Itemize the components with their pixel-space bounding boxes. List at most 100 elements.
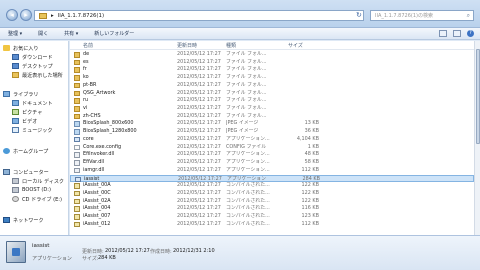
nav-cd-drive[interactable]: CD ドライブ (E:) <box>12 195 62 203</box>
file-name: Core.exe.config <box>83 143 122 150</box>
file-size <box>275 90 319 98</box>
nav-computer[interactable]: コンピューター <box>3 168 49 176</box>
file-type: コンパイルされた... <box>226 220 270 227</box>
file-size <box>275 105 319 113</box>
computer-icon <box>3 169 10 175</box>
new-folder-button[interactable]: 新しいフォルダー <box>86 30 142 37</box>
scrollbar-thumb[interactable] <box>476 49 480 144</box>
folder-icon <box>74 75 80 81</box>
search-input[interactable]: IIA_1.1.7.8726(1)の検索 ⌕ <box>370 10 474 21</box>
nav-documents[interactable]: ドキュメント <box>12 99 53 107</box>
table-row[interactable]: BiosSplash_800x600 2012/05/12 17:27 JPEG イ… <box>70 120 474 128</box>
file-date: 2012/05/12 17:27 <box>177 166 221 173</box>
nav-videos[interactable]: ビデオ <box>12 117 37 125</box>
table-row[interactable]: Core.exe.config 2012/05/12 17:27 CONFIG ファ… <box>70 144 474 152</box>
table-row[interactable]: iamgr.dll 2012/05/12 17:27 アプリケーション... 112 … <box>70 167 474 175</box>
videos-icon <box>12 118 19 124</box>
nav-desktop[interactable]: デスクトップ <box>12 62 53 70</box>
table-row[interactable]: fr 2012/05/12 17:27 ファイル フォル... <box>70 66 474 74</box>
nav-label: CD ドライブ (E:) <box>22 196 63 203</box>
nav-network[interactable]: ネットワーク <box>3 216 44 224</box>
forward-button[interactable]: ▸ <box>20 9 32 21</box>
table-row[interactable]: iAssist_007 2012/05/12 17:27 コンパイルされた... 12… <box>70 213 474 221</box>
file-name: iAssist_007 <box>83 213 111 220</box>
table-row[interactable]: iAssist_00C 2012/05/12 17:27 コンパイルされた... 12… <box>70 190 474 198</box>
table-row[interactable]: de 2012/05/12 17:27 ファイル フォル... <box>70 51 474 59</box>
organize-button[interactable]: 整理 ▾ <box>0 30 30 37</box>
view-options-icon[interactable] <box>439 30 447 37</box>
file-name: BiosSplash_1280x800 <box>83 128 137 135</box>
help-icon[interactable]: ? <box>467 30 474 37</box>
table-row[interactable]: vi 2012/05/12 17:27 ファイル フォル... <box>70 105 474 113</box>
folder-icon <box>74 67 80 73</box>
compiled-icon <box>74 206 80 212</box>
file-name: EfiInvoker.dll <box>83 151 115 158</box>
share-button[interactable]: 共有 ▾ <box>56 30 86 37</box>
nav-downloads[interactable]: ダウンロード <box>12 53 53 61</box>
back-button[interactable]: ◂ <box>6 9 18 21</box>
column-name[interactable]: 名前 <box>83 42 93 49</box>
refresh-icon[interactable]: ↻ <box>356 11 364 20</box>
file-name: EfiVar.dll <box>83 159 105 166</box>
nav-recent[interactable]: 最近表示した場所 <box>12 71 63 79</box>
file-type: コンパイルされた... <box>226 182 270 189</box>
table-row[interactable]: zh-CHS 2012/05/12 17:27 ファイル フォル... <box>70 113 474 121</box>
table-row[interactable]: es 2012/05/12 17:27 ファイル フォル... <box>70 59 474 67</box>
table-row[interactable]: ko 2012/05/12 17:27 ファイル フォル... <box>70 74 474 82</box>
address-bar-area: ◂ ▸ ▸ IIA_1.1.7.8726(1) ↻ IIA_1.1.7.8726… <box>0 0 480 28</box>
table-row[interactable]: iAssist_00A 2012/05/12 17:27 コンパイルされた... 12… <box>70 182 474 190</box>
search-icon[interactable]: ⌕ <box>467 11 470 21</box>
table-row[interactable]: iassist 2012/05/12 17:27 アプリケーション 284 KB <box>70 174 474 183</box>
preview-pane-icon[interactable] <box>453 30 461 37</box>
file-date: 2012/05/12 17:27 <box>177 189 221 196</box>
file-date: 2012/05/12 17:27 <box>177 151 221 158</box>
nav-label: ネットワーク <box>13 217 44 224</box>
file-size: 122 KB <box>301 197 319 204</box>
breadcrumb[interactable]: IIA_1.1.7.8726(1) <box>58 13 104 19</box>
file-name: vi <box>83 105 88 112</box>
file-size: 13 KB <box>304 120 319 127</box>
nav-favorites[interactable]: お気に入り <box>3 44 38 52</box>
nav-music[interactable]: ミュージック <box>12 126 52 134</box>
file-name: pt-BR <box>83 81 97 88</box>
nav-homegroup[interactable]: ホームグループ <box>3 147 48 155</box>
table-row[interactable]: iAssist_012 2012/05/12 17:27 コンパイルされた... 11… <box>70 221 474 229</box>
nav-boost[interactable]: BOOST (D:) <box>12 186 51 194</box>
column-size[interactable]: サイズ <box>288 42 303 49</box>
file-size: 122 KB <box>301 189 319 196</box>
file-type: アプリケーション... <box>226 159 270 166</box>
exe-icon <box>75 176 81 183</box>
nav-local-disk[interactable]: ローカル ディスク <box>12 177 64 185</box>
address-bar[interactable]: ▸ IIA_1.1.7.8726(1) <box>34 10 364 21</box>
drive-icon <box>12 187 19 193</box>
file-type: ファイル フォル... <box>226 97 267 104</box>
file-type: JPEG イメージ <box>226 120 259 127</box>
table-row[interactable]: pt-BR 2012/05/12 17:27 ファイル フォル... <box>70 82 474 90</box>
file-date: 2012/05/12 17:27 <box>177 205 221 212</box>
file-name: iAssist_00A <box>83 182 111 189</box>
table-row[interactable]: iAssist_02A 2012/05/12 17:27 コンパイルされた... 12… <box>70 198 474 206</box>
table-row[interactable]: QSG_Artwork 2012/05/12 17:27 ファイル フォル... <box>70 90 474 98</box>
file-name: core <box>83 135 94 142</box>
open-button[interactable]: 開く <box>30 30 56 37</box>
column-date[interactable]: 更新日時 <box>177 42 197 49</box>
file-size <box>275 66 319 74</box>
table-row[interactable]: EfiInvoker.dll 2012/05/12 17:27 アプリケーション..… <box>70 151 474 159</box>
folder-icon <box>74 113 80 120</box>
column-type[interactable]: 種類 <box>226 42 236 49</box>
image-icon <box>74 129 80 135</box>
table-row[interactable]: core 2012/05/12 17:27 アプリケーション... 4,104 KB <box>70 136 474 144</box>
table-row[interactable]: ru 2012/05/12 17:27 ファイル フォル... <box>70 97 474 105</box>
network-icon <box>3 217 10 223</box>
table-row[interactable]: iAssist_004 2012/05/12 17:27 コンパイルされた... 11… <box>70 205 474 213</box>
file-name: iamgr.dll <box>83 166 105 173</box>
table-row[interactable]: BiosSplash_1280x800 2012/05/12 17:27 JPEG … <box>70 128 474 136</box>
nav-libraries[interactable]: ライブラリ <box>3 90 38 98</box>
nav-label: 最近表示した場所 <box>22 72 63 79</box>
file-name: es <box>83 58 89 65</box>
table-row[interactable]: EfiVar.dll 2012/05/12 17:27 アプリケーション... 58 … <box>70 159 474 167</box>
nav-label: ダウンロード <box>22 54 53 61</box>
nav-pictures[interactable]: ピクチャ <box>12 108 42 116</box>
vertical-scrollbar[interactable] <box>474 41 480 235</box>
file-date: 2012/05/12 17:27 <box>177 128 221 135</box>
